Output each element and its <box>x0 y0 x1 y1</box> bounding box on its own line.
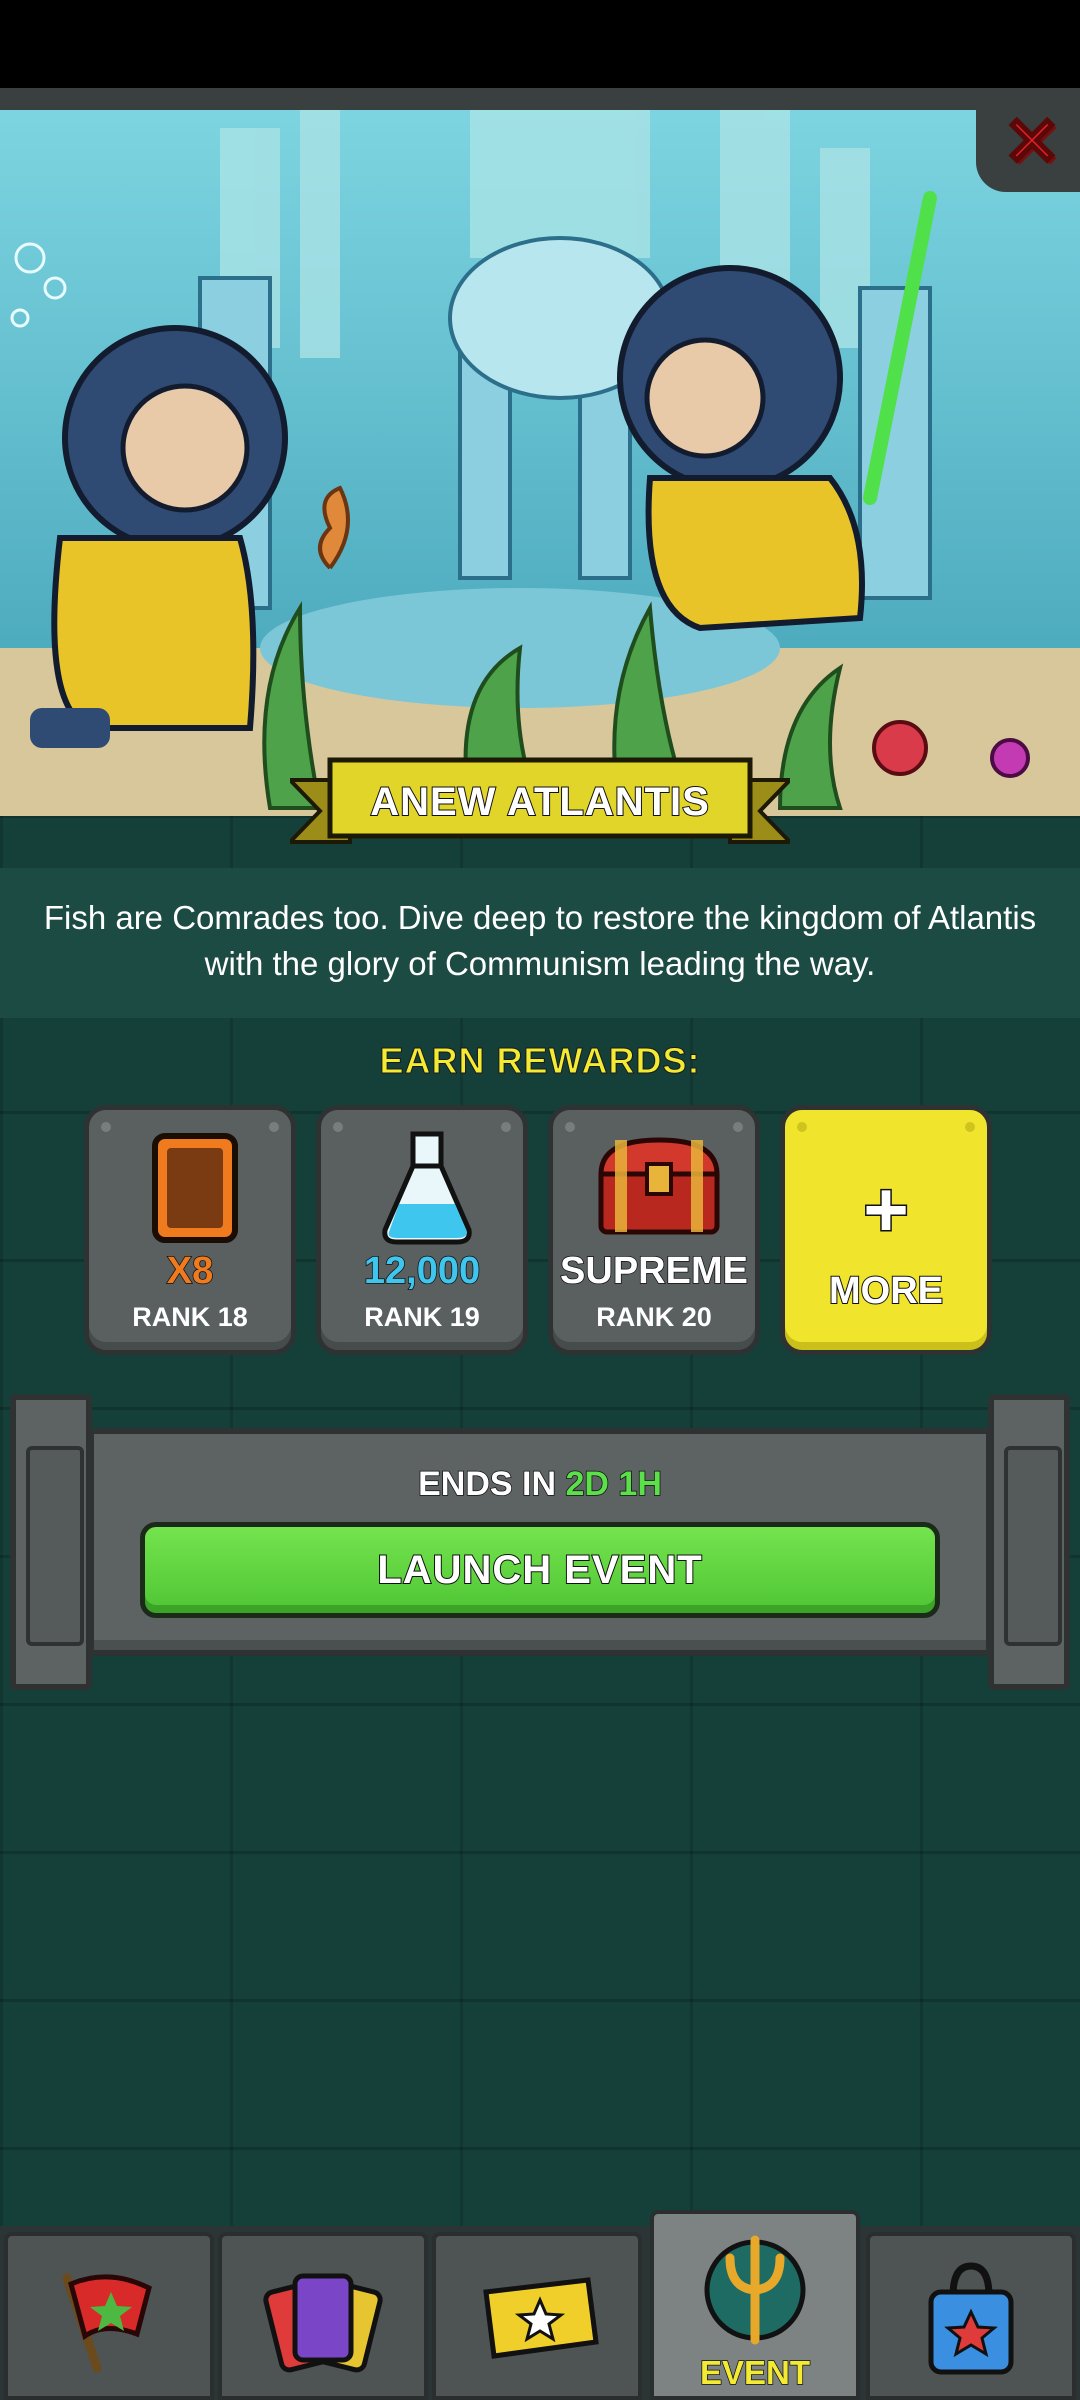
close-button[interactable]: ✕ <box>976 92 1080 192</box>
more-rewards-button[interactable]: + MORE <box>780 1105 992 1355</box>
event-timer: ENDS IN 2D 1H <box>0 1464 1080 1504</box>
reward-rank: RANK 19 <box>364 1302 480 1332</box>
shop-bag-icon <box>928 2262 1014 2375</box>
reward-tile-rank-19[interactable]: 12,000 RANK 19 <box>316 1105 528 1355</box>
event-description: Fish are Comrades too. Dive deep to rest… <box>43 899 1037 982</box>
ticket-icon <box>483 2277 599 2359</box>
panel-bracket-right <box>988 1394 1070 1690</box>
reward-value: SUPREME <box>559 1249 748 1293</box>
timer-value: 2D 1H <box>565 1464 663 1504</box>
launch-event-button[interactable]: LAUNCH EVENT <box>140 1522 940 1618</box>
panel-bracket-left <box>10 1394 92 1690</box>
timer-prefix: ENDS IN <box>417 1464 557 1504</box>
tab-ticket[interactable] <box>432 2232 642 2400</box>
more-label: MORE <box>828 1269 944 1313</box>
tab-event[interactable]: EVENT <box>650 2210 860 2400</box>
reward-tile-rank-20[interactable]: SUPREME RANK 20 <box>548 1105 760 1355</box>
tab-shop[interactable] <box>866 2232 1076 2400</box>
reward-rank: RANK 20 <box>596 1302 712 1332</box>
reward-value: 12,000 <box>363 1249 481 1293</box>
earn-rewards-heading: EARN REWARDS: <box>379 1040 701 1082</box>
tab-flag[interactable] <box>4 2232 214 2400</box>
trident-icon <box>704 2235 806 2345</box>
banner-top-frame <box>0 88 1080 110</box>
reward-tile-rank-18[interactable]: X8 RANK 18 <box>84 1105 296 1355</box>
tab-event-label: EVENT <box>699 2353 811 2392</box>
status-bar <box>0 0 1080 88</box>
close-icon: ✕ <box>1002 104 1062 180</box>
tab-cards[interactable] <box>218 2232 428 2400</box>
event-title: ANEW ATLANTIS <box>369 779 710 825</box>
launch-event-label: LAUNCH EVENT <box>376 1547 703 1593</box>
cards-icon <box>263 2273 383 2373</box>
reward-rank: RANK 18 <box>132 1302 248 1332</box>
event-banner-illustration <box>0 88 1080 816</box>
treasure-chest-icon <box>598 1137 720 1235</box>
plus-icon: + <box>862 1165 911 1253</box>
reward-value: X8 <box>166 1249 214 1293</box>
flask-icon <box>382 1131 472 1245</box>
card-icon <box>152 1133 238 1243</box>
flag-icon <box>62 2273 152 2373</box>
